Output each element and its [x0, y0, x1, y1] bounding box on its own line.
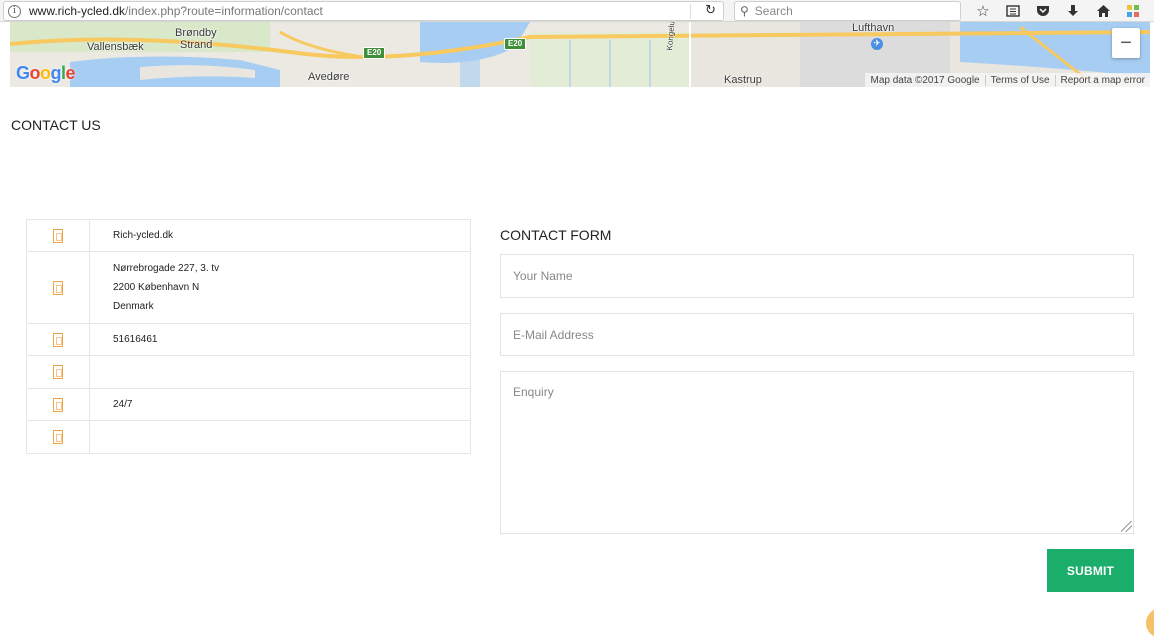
star-icon[interactable]: ☆: [968, 1, 998, 21]
store-name: Rich-ycled.dk: [113, 230, 174, 241]
map-label-lufthavn: Lufthavn: [852, 22, 895, 34]
extension-icon[interactable]: [1118, 1, 1148, 21]
info-icon[interactable]: i: [8, 4, 21, 18]
google-map[interactable]: Brøndby Strand Vallensbæk Avedøre Kastru…: [10, 22, 1150, 87]
reading-list-icon[interactable]: [998, 1, 1028, 21]
info-row-open: 24/7: [27, 389, 470, 421]
google-logo[interactable]: Google: [16, 63, 76, 84]
info-row-address: Nørrebrogade 227, 3. tv 2200 København N…: [27, 252, 470, 324]
contact-info-table: Rich-ycled.dk Nørrebrogade 227, 3. tv 22…: [26, 219, 471, 454]
clock-icon: [53, 397, 63, 412]
submit-button[interactable]: SUBMIT: [1047, 549, 1134, 592]
fax-icon: [53, 365, 63, 379]
info-row-store: Rich-ycled.dk: [27, 220, 470, 252]
map-footer: Map data ©2017 Google Terms of Use Repor…: [865, 73, 1150, 87]
home-icon[interactable]: [1088, 1, 1118, 21]
info-icon-cell: [27, 220, 90, 251]
telephone-value: 51616461: [113, 334, 158, 345]
address-bar[interactable]: i www.rich-ycled.dk/index.php?route=info…: [3, 1, 724, 21]
address-line: Nørrebrogade 227, 3. tv: [113, 263, 220, 274]
info-icon-cell: [27, 389, 90, 420]
report-map-error-link[interactable]: Report a map error: [1054, 74, 1150, 86]
info-icon-cell: [27, 324, 90, 355]
info-icon-cell: [27, 252, 90, 323]
map-label-strand: Strand: [180, 39, 213, 51]
search-input[interactable]: [754, 4, 945, 18]
airport-icon: ✈: [871, 38, 883, 50]
contact-form-title: CONTACT FORM: [500, 227, 612, 243]
address-icon: [53, 280, 63, 295]
url-divider: [690, 4, 691, 19]
map-data-credit: Map data ©2017 Google: [870, 74, 980, 86]
map-label-brondby: Brøndby: [175, 27, 217, 39]
info-icon-cell: [27, 356, 90, 388]
terms-of-use-link[interactable]: Terms of Use: [984, 74, 1055, 86]
opening-hours-value: 24/7: [113, 399, 133, 410]
reload-icon[interactable]: ↻: [705, 3, 716, 18]
page-title: CONTACT US: [11, 117, 101, 133]
name-field[interactable]: [500, 254, 1134, 298]
info-row-comment: [27, 421, 470, 453]
url-path: /index.php?route=information/contact: [125, 4, 323, 18]
info-icon-cell: [27, 421, 90, 453]
search-icon: ⚲: [740, 4, 749, 18]
chat-widget-icon[interactable]: [1146, 608, 1154, 638]
address-line: Denmark: [113, 301, 154, 312]
enquiry-field[interactable]: [500, 371, 1134, 534]
search-bar[interactable]: ⚲: [734, 1, 961, 21]
store-icon: [53, 228, 63, 243]
toolbar-icons: ☆: [968, 1, 1148, 21]
pocket-icon[interactable]: [1028, 1, 1058, 21]
resize-handle-icon[interactable]: [1121, 521, 1132, 532]
map-label-avedore: Avedøre: [308, 71, 350, 83]
zoom-out-button[interactable]: −: [1112, 28, 1140, 58]
url-host: www.rich-ycled.dk: [29, 4, 126, 18]
address-line: 2200 København N: [113, 282, 200, 293]
road-shield-e20: E20: [504, 38, 527, 50]
road-shield-e20: E20: [363, 47, 386, 59]
phone-icon: [53, 332, 63, 347]
download-icon[interactable]: [1058, 1, 1088, 21]
comment-icon: [53, 430, 63, 444]
info-row-telephone: 51616461: [27, 324, 470, 356]
map-label-kastrup: Kastrup: [724, 74, 762, 86]
email-field[interactable]: [500, 313, 1134, 356]
browser-toolbar: i www.rich-ycled.dk/index.php?route=info…: [0, 0, 1154, 22]
url-text[interactable]: www.rich-ycled.dk/index.php?route=inform…: [29, 4, 323, 18]
map-label-vallensbaek: Vallensbæk: [87, 41, 144, 53]
info-row-fax: [27, 356, 470, 389]
